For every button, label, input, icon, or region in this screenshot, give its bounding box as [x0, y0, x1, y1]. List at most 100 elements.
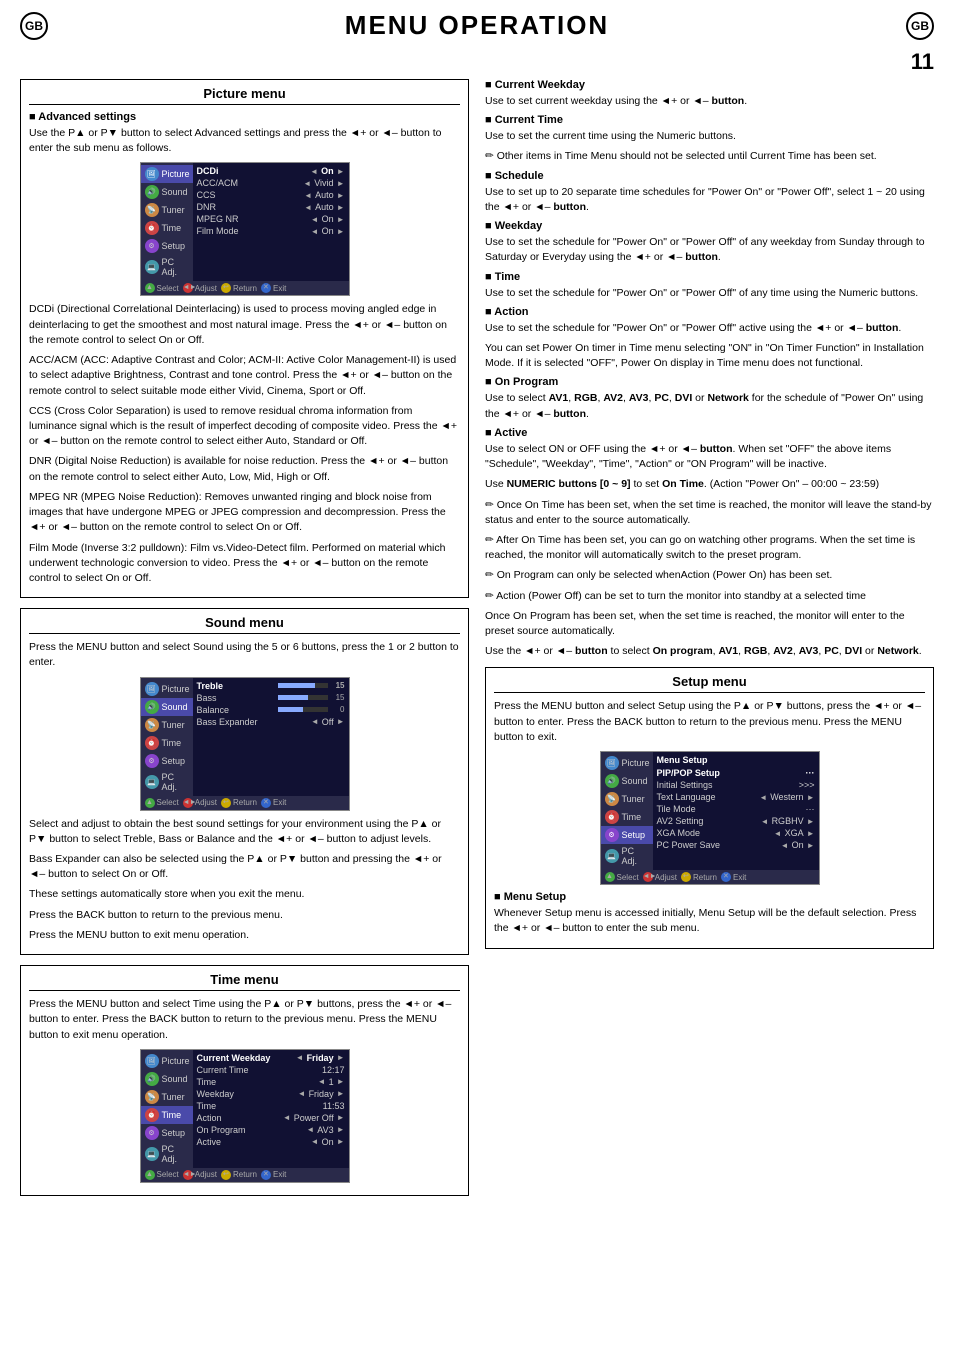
- onprogram-heading: On Program: [485, 376, 934, 388]
- setup-sidebar-pcadj-label: PC Adj.: [622, 846, 649, 866]
- time-return-icon: ↩: [221, 1170, 231, 1180]
- time-sidebar-pcadj: 💻 PC Adj.: [141, 1142, 193, 1166]
- currentweekday-value: Friday: [307, 1053, 334, 1063]
- active-text: Use to select ON or OFF using the ◄+ or …: [485, 442, 934, 472]
- pippop-label: PIP/POP Setup: [657, 768, 720, 778]
- active-value: On: [322, 1137, 334, 1147]
- sound-adjust-icon: ◄►: [183, 798, 193, 808]
- sound-exit-icon: ✕: [261, 798, 271, 808]
- currenttime-label: Current Time: [197, 1065, 249, 1075]
- setup-sidebar-setup: ⚙ Setup: [601, 826, 653, 844]
- mpeg-nr-text: MPEG NR (MPEG Noise Reduction): Removes …: [29, 490, 460, 536]
- setup-row-pcpowersave: PC Power Save ◄ On ►: [657, 840, 815, 850]
- time-sidebar-tuner-label: Tuner: [162, 1092, 185, 1102]
- time-exit-btn: ✕ Exit: [261, 1170, 286, 1180]
- filmmode-right-arrow: ►: [337, 227, 345, 236]
- time-icon: ⏰: [145, 221, 159, 235]
- active-label: Active: [197, 1137, 222, 1147]
- time-return-label: Return: [233, 1170, 257, 1179]
- time-menu-content: Current Weekday ◄ Friday ► Current Time …: [193, 1050, 349, 1168]
- current-time-text: Use to set the current time using the Nu…: [485, 129, 934, 144]
- setup-time-icon: ⏰: [605, 810, 619, 824]
- return-icon: ↩: [221, 283, 231, 293]
- sidebar-setup-label: Setup: [162, 241, 186, 251]
- sidebar-pcadj: 💻 PC Adj.: [141, 255, 193, 279]
- time-select-btn: ▲ Select: [145, 1170, 179, 1180]
- action-label: Action: [197, 1113, 222, 1123]
- time-picture-icon: 🖼: [145, 1054, 159, 1068]
- time-value: 11:53: [323, 1101, 345, 1111]
- select-btn: ▲ Select: [145, 283, 179, 293]
- xgamode-value: XGA: [785, 828, 804, 838]
- page-header: GB MENU OPERATION GB: [20, 10, 934, 41]
- currentweekday-right: ►: [337, 1053, 345, 1062]
- sound-sidebar-tuner-label: Tuner: [162, 720, 185, 730]
- time-row-weekday: Weekday ◄ Friday ►: [197, 1089, 345, 1099]
- current-weekday-heading: Current Weekday: [485, 79, 934, 91]
- time-row-currenttime: Current Time 12:17: [197, 1065, 345, 1075]
- setup-adjust-btn: ◄► Adjust: [643, 872, 677, 882]
- filmmode-left-arrow: ◄: [311, 227, 319, 236]
- setup-pcadj-icon: 💻: [605, 849, 619, 863]
- setup-menu-screenshot: 🖼 Picture 🔊 Sound 📡 Tuner ⏰: [600, 751, 820, 885]
- schedule-label: Time: [197, 1077, 217, 1087]
- setup-select-btn: ▲ Select: [605, 872, 639, 882]
- film-mode-text: Film Mode (Inverse 3:2 pulldown): Film v…: [29, 541, 460, 587]
- setup-sidebar-time-label: Time: [622, 812, 642, 822]
- time-select-label: Select: [157, 1170, 179, 1179]
- sidebar-picture-label: Picture: [162, 169, 190, 179]
- sound-select-label: Select: [157, 798, 179, 807]
- gb-badge-right: GB: [906, 12, 934, 40]
- sound-adjust-btn: ◄► Adjust: [183, 798, 217, 808]
- menu-row-filmmode: Film Mode ◄ On ►: [197, 226, 345, 236]
- setup-sidebar-sound-label: Sound: [622, 776, 648, 786]
- time-pcadj-icon: 💻: [145, 1147, 159, 1161]
- menu-row-dcdi: DCDi ◄ On ►: [197, 166, 345, 176]
- pcpowersave-value: On: [792, 840, 804, 850]
- tuner-icon: 📡: [145, 203, 159, 217]
- treble-bar-fill: [278, 683, 316, 688]
- sound-pcadj-icon: 💻: [145, 775, 159, 789]
- time-adjust-btn: ◄► Adjust: [183, 1170, 217, 1180]
- dnr-right-arrow: ►: [337, 203, 345, 212]
- time-select-icon: ▲: [145, 1170, 155, 1180]
- menu-setup-heading: Menu Setup: [494, 891, 925, 903]
- onprogram-label: On Program: [197, 1125, 246, 1135]
- sound-sidebar-sound: 🔊 Sound: [141, 698, 193, 716]
- return-btn: ↩ Return: [221, 283, 257, 293]
- dcdi-left-arrow: ◄: [310, 167, 318, 176]
- active-select: Use the ◄+ or ◄– button to select On pro…: [485, 644, 934, 659]
- setup-return-label: Return: [693, 873, 717, 882]
- page-number: 11: [911, 49, 934, 75]
- setup-sidebar-setup-label: Setup: [622, 830, 646, 840]
- picture-menu-section: Picture menu Advanced settings Use the P…: [20, 79, 469, 598]
- setup-return-icon: ↩: [681, 872, 691, 882]
- sound-sidebar-pcadj: 💻 PC Adj.: [141, 770, 193, 794]
- adjust-label: Adjust: [195, 284, 217, 293]
- schedule-heading: Schedule: [485, 170, 934, 182]
- acm-right-arrow: ►: [337, 179, 345, 188]
- xgamode-right: ►: [807, 829, 815, 838]
- sound-row-bassexpander: Bass Expander ◄ Off ►: [197, 717, 345, 727]
- av2setting-left: ◄: [761, 817, 769, 826]
- time-sidebar-setup-label: Setup: [162, 1128, 186, 1138]
- sound-sidebar-pcadj-label: PC Adj.: [162, 772, 189, 792]
- sound-row-treble: Treble 15: [197, 681, 345, 691]
- setup-sidebar-tuner-label: Tuner: [622, 794, 645, 804]
- time-row-onprogram: On Program ◄ AV3 ►: [197, 1125, 345, 1135]
- sound-menu-screenshot: 🖼 Picture 🔊 Sound 📡 Tuner ⏰: [140, 677, 350, 811]
- schedule-right: ►: [337, 1077, 345, 1086]
- time-sub-text: Use to set the schedule for "Power On" o…: [485, 286, 934, 301]
- menu-button-text: Press the MENU button to exit menu opera…: [29, 928, 460, 943]
- setup-tuner-icon: 📡: [605, 792, 619, 806]
- setup-select-icon: ▲: [605, 872, 615, 882]
- time-menu-sidebar: 🖼 Picture 🔊 Sound 📡 Tuner ⏰: [141, 1050, 193, 1168]
- setup-content-title: Menu Setup: [657, 755, 815, 765]
- sidebar-pcadj-label: PC Adj.: [162, 257, 189, 277]
- time-sidebar-tuner: 📡 Tuner: [141, 1088, 193, 1106]
- setup-icon: ⚙: [145, 239, 159, 253]
- onprogram-left: ◄: [306, 1125, 314, 1134]
- main-layout: Picture menu Advanced settings Use the P…: [20, 79, 934, 1206]
- active-heading: Active: [485, 427, 934, 439]
- action-heading: Action: [485, 306, 934, 318]
